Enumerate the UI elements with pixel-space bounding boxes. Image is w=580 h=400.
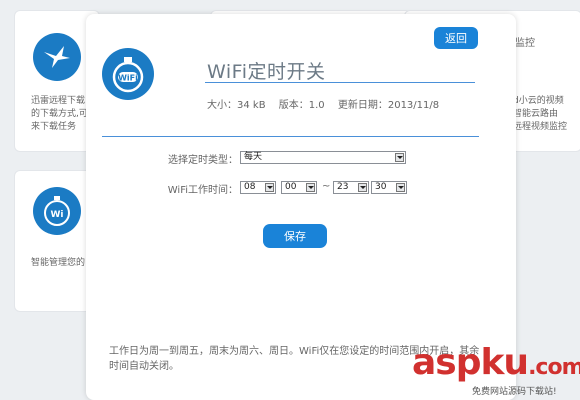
chevron-down-icon[interactable] — [265, 183, 274, 192]
chevron-down-icon[interactable] — [395, 153, 404, 162]
card-title: 监控 — [515, 38, 535, 49]
watermark-logo: aspku.com 免费网站源码下载站! — [412, 342, 580, 398]
title-underline — [205, 82, 475, 83]
chevron-down-icon[interactable] — [358, 183, 367, 192]
end-minute-select[interactable]: 30 — [371, 181, 407, 194]
app-meta: 大小：34 kB 版本：1.0 更新日期：2013/11/8 — [207, 96, 449, 111]
timer-type-select[interactable]: 每天 — [240, 151, 406, 164]
chevron-down-icon[interactable] — [306, 183, 315, 192]
back-button[interactable]: 返回 — [434, 27, 478, 49]
card-description: 智能管理您的 — [31, 258, 86, 268]
card-description: 迅雷远程下载 的下载方式,可 来下载任务 — [31, 96, 88, 132]
card-description: d小云的视频 智能云路由 远程视频监控 — [513, 96, 568, 132]
save-button[interactable]: 保存 — [263, 224, 327, 248]
time-separator: ~ — [322, 181, 331, 192]
bird-icon — [33, 33, 81, 81]
start-minute-value: 00 — [285, 182, 297, 192]
divider — [102, 136, 479, 137]
end-hour-value: 23 — [337, 182, 349, 192]
wifi-stopwatch-icon: WiFi — [102, 48, 154, 100]
work-time-label: WiFi工作时间： — [167, 185, 238, 196]
start-hour-select[interactable]: 08 — [240, 181, 276, 194]
timer-type-label: 选择定时类型： — [168, 155, 238, 166]
chevron-down-icon[interactable] — [396, 183, 405, 192]
svg-text:Wi: Wi — [50, 210, 63, 220]
watermark-tld: .com — [528, 355, 580, 380]
app-version: 版本：1.0 — [278, 100, 325, 111]
start-minute-select[interactable]: 00 — [281, 181, 317, 194]
start-hour-value: 08 — [244, 182, 256, 192]
app-updated: 更新日期：2013/11/8 — [337, 100, 440, 111]
app-size: 大小：34 kB — [207, 100, 266, 111]
wifi-stopwatch-icon: Wi — [33, 187, 81, 235]
end-minute-value: 30 — [375, 182, 387, 192]
watermark-brand: aspku — [412, 342, 529, 383]
app-title: WiFi定时开关 — [207, 61, 326, 83]
svg-text:WiFi: WiFi — [118, 74, 138, 83]
end-hour-select[interactable]: 23 — [333, 181, 369, 194]
timer-type-value: 每天 — [244, 152, 263, 162]
